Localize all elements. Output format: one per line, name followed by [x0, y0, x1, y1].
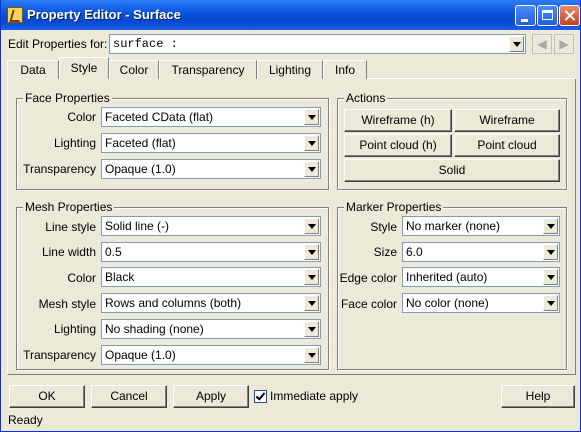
marker-face-color-value: No color (none): [406, 296, 489, 310]
mesh-lighting-value: No shading (none): [105, 322, 204, 336]
tab-info[interactable]: Info: [323, 60, 367, 79]
status-bar: Ready: [1, 410, 580, 431]
face-color-value: Faceted CData (flat): [105, 110, 214, 124]
marker-size-value: 6.0: [406, 245, 423, 259]
chevron-down-icon[interactable]: [509, 36, 524, 52]
immediate-apply-checkbox[interactable]: [254, 390, 267, 403]
wireframe-button[interactable]: Wireframe: [454, 109, 560, 132]
mesh-color-select[interactable]: Black: [101, 267, 321, 287]
face-color-select[interactable]: Faceted CData (flat): [101, 107, 321, 127]
tab-data[interactable]: Data: [7, 60, 59, 79]
marker-edge-color-label: Edge color: [339, 271, 397, 285]
title-bar[interactable]: Property Editor - Surface: [1, 0, 580, 30]
mesh-line-style-label: Line style: [45, 220, 96, 234]
mesh-line-width-label: Line width: [41, 245, 96, 259]
tab-transparency[interactable]: Transparency: [159, 60, 257, 79]
mesh-lighting-label: Lighting: [53, 322, 96, 336]
chevron-down-icon[interactable]: [304, 135, 319, 151]
forward-arrow-button[interactable]: ▶: [554, 34, 574, 54]
face-lighting-select[interactable]: Faceted (flat): [101, 133, 321, 153]
chevron-down-icon[interactable]: [304, 161, 319, 177]
maximize-button[interactable]: [537, 5, 558, 26]
point-cloud-button[interactable]: Point cloud: [454, 134, 560, 157]
app-icon: [7, 7, 23, 23]
help-button[interactable]: Help: [501, 385, 575, 408]
mesh-properties-title: Mesh Properties: [23, 200, 115, 214]
face-lighting-label: Lighting: [53, 136, 96, 150]
apply-button[interactable]: Apply: [173, 385, 249, 408]
chevron-down-icon[interactable]: [304, 269, 319, 285]
immediate-apply-label[interactable]: Immediate apply: [270, 389, 358, 403]
chevron-down-icon[interactable]: [304, 347, 319, 363]
mesh-style-value: Rows and columns (both): [105, 296, 242, 310]
back-arrow-button[interactable]: ◀: [532, 34, 552, 54]
mesh-line-width-value: 0.5: [105, 245, 122, 259]
tab-lighting[interactable]: Lighting: [257, 60, 323, 79]
chevron-down-icon[interactable]: [543, 244, 558, 260]
mesh-style-label: Mesh style: [38, 297, 96, 311]
mesh-transparency-select[interactable]: Opaque (1.0): [101, 345, 321, 365]
tab-style[interactable]: Style: [59, 57, 109, 79]
marker-properties-title: Marker Properties: [344, 200, 444, 214]
face-lighting-value: Faceted (flat): [105, 136, 176, 150]
mesh-lighting-select[interactable]: No shading (none): [101, 319, 321, 339]
face-transparency-value: Opaque (1.0): [105, 162, 176, 176]
mesh-color-label: Color: [67, 271, 96, 285]
chevron-down-icon[interactable]: [304, 244, 319, 260]
marker-edge-color-value: Inherited (auto): [406, 270, 488, 284]
marker-style-value: No marker (none): [406, 219, 501, 233]
chevron-down-icon[interactable]: [543, 295, 558, 311]
face-transparency-label: Transparency: [23, 162, 96, 176]
chevron-down-icon[interactable]: [304, 295, 319, 311]
window-title: Property Editor - Surface: [27, 7, 181, 22]
edit-properties-label: Edit Properties for:: [8, 37, 108, 51]
target-object-select[interactable]: surface :: [109, 34, 526, 54]
property-editor-window: Property Editor - Surface Edit Propertie…: [0, 0, 581, 432]
status-text: Ready: [8, 413, 43, 427]
marker-face-color-label: Face color: [340, 297, 397, 311]
chevron-down-icon[interactable]: [304, 109, 319, 125]
close-button[interactable]: [559, 5, 580, 26]
chevron-down-icon[interactable]: [304, 321, 319, 337]
marker-size-select[interactable]: 6.0: [402, 242, 560, 262]
wireframe-h-button[interactable]: Wireframe (h): [344, 109, 452, 132]
marker-style-label: Style: [370, 220, 397, 234]
marker-size-label: Size: [373, 245, 397, 259]
mesh-line-style-value: Solid line (-): [105, 219, 170, 233]
marker-edge-color-select[interactable]: Inherited (auto): [402, 267, 560, 287]
chevron-down-icon[interactable]: [543, 218, 558, 234]
chevron-down-icon[interactable]: [543, 269, 558, 285]
marker-style-select[interactable]: No marker (none): [402, 216, 560, 236]
face-color-label: Color: [67, 110, 96, 124]
mesh-line-width-select[interactable]: 0.5: [101, 242, 321, 262]
minimize-button[interactable]: [515, 5, 536, 26]
face-properties-title: Face Properties: [23, 91, 112, 105]
target-object-value: surface :: [113, 37, 178, 51]
point-cloud-h-button[interactable]: Point cloud (h): [344, 134, 452, 157]
cancel-button[interactable]: Cancel: [91, 385, 167, 408]
marker-face-color-select[interactable]: No color (none): [402, 293, 560, 313]
actions-title: Actions: [344, 91, 388, 105]
mesh-color-value: Black: [105, 270, 135, 284]
mesh-line-style-select[interactable]: Solid line (-): [101, 216, 321, 236]
face-transparency-select[interactable]: Opaque (1.0): [101, 159, 321, 179]
ok-button[interactable]: OK: [9, 385, 85, 408]
mesh-transparency-label: Transparency: [23, 348, 96, 362]
mesh-transparency-value: Opaque (1.0): [105, 348, 176, 362]
chevron-down-icon[interactable]: [304, 218, 319, 234]
mesh-style-select[interactable]: Rows and columns (both): [101, 293, 321, 313]
tab-color[interactable]: Color: [109, 60, 159, 79]
solid-button[interactable]: Solid: [344, 159, 560, 182]
